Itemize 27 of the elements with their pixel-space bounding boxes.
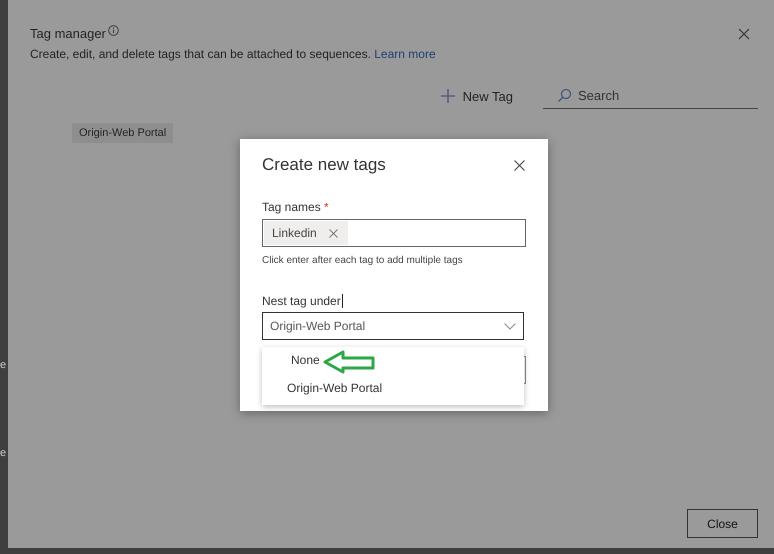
field-label: Tag names * <box>262 200 330 214</box>
close-icon[interactable] <box>738 28 750 40</box>
description-text: Create, edit, and delete tags that can be attached to sequences. Learn more <box>30 47 437 61</box>
info-icon <box>108 25 119 36</box>
field-label: Nest tag under <box>262 294 344 308</box>
hint-text: Click enter after each tag to add multiple tags <box>262 255 464 266</box>
chevron-icon <box>504 322 516 330</box>
cut-off-text: e <box>0 359 6 371</box>
tag-chip: Linkedin <box>264 221 348 245</box>
arrow-drawing <box>323 350 377 374</box>
close-icon[interactable] <box>514 160 525 170</box>
dropdown-option[interactable]: None <box>262 351 524 369</box>
cut-off-text: e <box>0 447 6 459</box>
required-mark: * <box>324 200 329 214</box>
dialog-title: Create new tags <box>262 155 386 175</box>
remove-icon[interactable] <box>328 228 338 238</box>
panel-title: Tag manager <box>30 26 106 41</box>
learn-more-link[interactable]: Learn more <box>374 47 436 61</box>
tag-chip[interactable]: Origin-Web Portal <box>72 123 174 143</box>
close-button[interactable]: Close <box>687 509 758 538</box>
nest-tag-dropdown[interactable]: Origin-Web Portal <box>262 312 524 340</box>
plus-icon <box>440 89 455 103</box>
search-icon <box>557 88 572 102</box>
tag-names-field[interactable]: Linkedin <box>262 219 526 247</box>
search-field[interactable]: Search <box>578 87 728 103</box>
new-tag-button[interactable]: New Tag <box>440 88 513 104</box>
dropdown-option[interactable]: Origin-Web Portal <box>262 379 524 397</box>
